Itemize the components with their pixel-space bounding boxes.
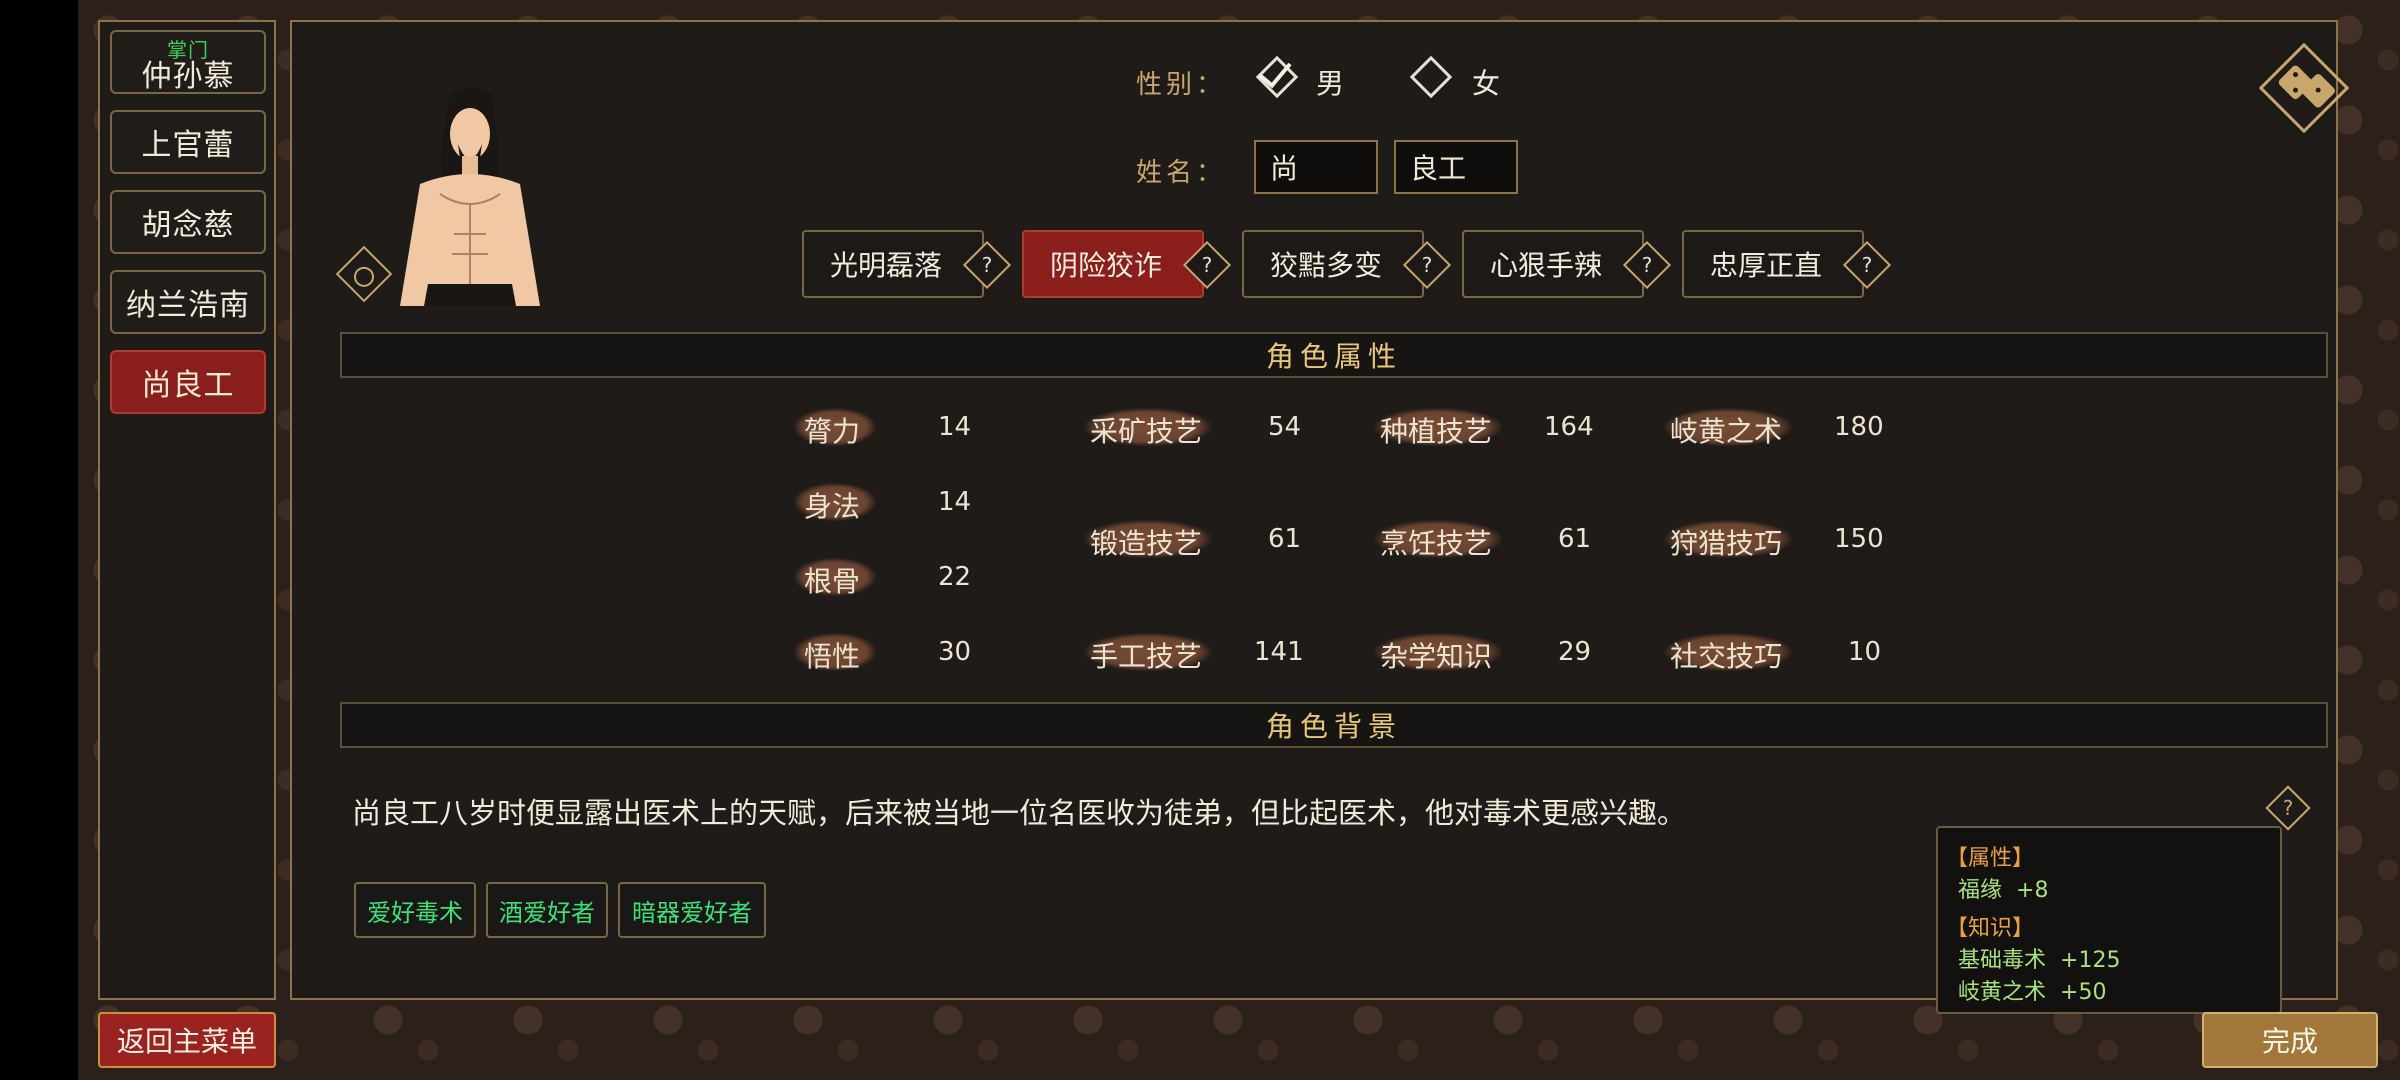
trait-button-3[interactable]: 狡黠多变 [1242,230,1424,298]
sidebar-item-label: 上官蕾 [141,128,235,163]
stat-label: 身法 [804,490,861,523]
trait-button-2[interactable]: 阴险狡诈 [1022,230,1204,298]
stat-value: 22 [938,562,972,592]
stat-value: 14 [938,487,972,517]
hobby-tooltip: 【属性】 福缘 +8 【知识】 基础毒术 +125 岐黄之术 +50 [1936,826,2282,1014]
trait-button-4[interactable]: 心狠手辣 [1462,230,1644,298]
character-portrait [400,88,540,306]
back-to-main-menu-button[interactable]: 返回主菜单 [98,1012,276,1068]
stat-label: 岐黄之术 [1670,415,1783,448]
sidebar-item-label: 纳兰浩南 [126,288,250,323]
sidebar-item-3[interactable]: 胡念慈 [110,190,266,254]
stat-value: 14 [938,412,972,442]
gender-option-male[interactable]: 男 [1316,62,1344,102]
stat-label: 杂学知识 [1380,640,1493,673]
trait-button-1[interactable]: 光明磊落 [802,230,984,298]
character-bio: 尚良工八岁时便显露出医术上的天赋，后来被当地一位名医收为徒弟，但比起医术，他对毒… [352,796,1687,830]
surname-input[interactable]: 尚 [1254,140,1378,194]
stat-value: 10 [1848,637,1882,667]
gender-label: 性别： [1136,70,1227,100]
done-button[interactable]: 完成 [2202,1012,2378,1068]
tooltip-knowledge-header: 【知识】 [1946,916,2035,941]
hobby-tag[interactable]: 爱好毒术 [354,882,476,938]
stat-label: 膂力 [804,415,861,448]
stat-value: 30 [938,637,972,667]
stat-label: 烹饪技艺 [1380,527,1493,560]
name-label: 姓名： [1136,158,1227,188]
stat-value: 141 [1254,637,1304,667]
left-black-strip [0,0,78,1080]
stat-label: 采矿技艺 [1090,415,1203,448]
sidebar-item-1[interactable]: 掌门 仲孙慕 [110,30,266,94]
stat-label: 手工技艺 [1090,640,1203,673]
stat-value: 61 [1558,524,1592,554]
tooltip-knowledge-item: 基础毒术 +125 [1958,948,2121,973]
stat-label: 狩猎技巧 [1670,527,1783,560]
sidebar-item-2[interactable]: 上官蕾 [110,110,266,174]
stat-label: 根骨 [804,565,861,598]
tooltip-attr-header: 【属性】 [1946,846,2035,871]
sidebar-item-4[interactable]: 纳兰浩南 [110,270,266,334]
stat-value: 54 [1268,412,1302,442]
stat-label: 种植技艺 [1380,415,1493,448]
trait-button-5[interactable]: 忠厚正直 [1682,230,1864,298]
hobby-tag[interactable]: 暗器爱好者 [618,882,766,938]
stat-label: 社交技巧 [1670,640,1783,673]
stat-value: 164 [1544,412,1594,442]
tooltip-attr-item: 福缘 +8 [1958,878,2049,903]
sidebar-item-5[interactable]: 尚良工 [110,350,266,414]
stat-label: 悟性 [804,640,861,673]
sidebar-item-label: 尚良工 [141,368,235,403]
sidebar-item-label: 胡念慈 [141,208,235,243]
gender-option-female[interactable]: 女 [1472,62,1500,102]
given-name-input[interactable]: 良工 [1394,140,1518,194]
stat-value: 150 [1834,524,1884,554]
stat-value: 61 [1268,524,1302,554]
stat-value: 180 [1834,412,1884,442]
section-background-header: 角色背景 [340,702,2328,748]
tooltip-knowledge-item: 岐黄之术 +50 [1958,980,2107,1005]
stat-label: 锻造技艺 [1090,527,1203,560]
stat-value: 29 [1558,637,1592,667]
hobby-tag[interactable]: 酒爱好者 [486,882,608,938]
section-attributes-header: 角色属性 [340,332,2328,378]
leader-tag: 掌门 [167,38,209,62]
